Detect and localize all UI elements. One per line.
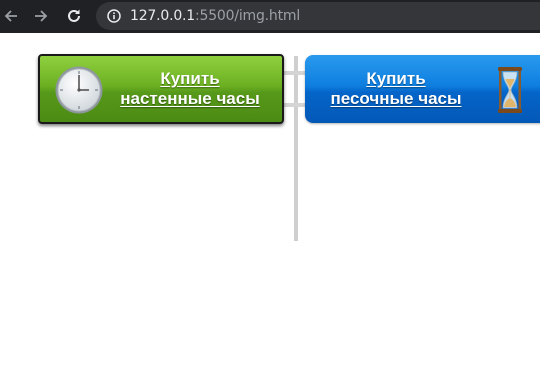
vertical-divider — [294, 56, 298, 241]
arrow-right-icon — [35, 10, 48, 22]
buy-wall-clock-button[interactable]: Купить настенные часы — [38, 54, 284, 124]
url-path: :5500/img.html — [195, 8, 301, 24]
back-button[interactable] — [0, 5, 22, 27]
buy-label-line2: настенные часы — [120, 89, 260, 108]
wall-clock-icon — [55, 66, 103, 114]
reload-icon — [68, 9, 80, 22]
page-content: Купить настенные часы Купить песочные ча… — [0, 33, 540, 391]
buy-label-line1: Купить — [366, 69, 426, 88]
address-bar[interactable]: 127.0.0.1:5500/img.html — [96, 2, 540, 30]
buy-label-line2: песочные часы — [330, 89, 462, 108]
url-text[interactable]: 127.0.0.1:5500/img.html — [130, 8, 300, 24]
hourglass-icon — [498, 67, 522, 113]
buy-hourglass-button[interactable]: Купить песочные часы — [305, 55, 540, 123]
browser-toolbar: 127.0.0.1:5500/img.html — [0, 0, 540, 33]
buy-wall-clock-label[interactable]: Купить настенные часы — [114, 69, 266, 109]
arrow-left-icon — [4, 10, 17, 22]
forward-button[interactable] — [30, 5, 52, 27]
buy-hourglass-label[interactable]: Купить песочные часы — [321, 69, 471, 109]
url-host: 127.0.0.1 — [130, 8, 195, 24]
buy-label-line1: Купить — [160, 69, 220, 88]
info-circle-icon[interactable] — [107, 9, 121, 23]
reload-button[interactable] — [63, 5, 85, 27]
